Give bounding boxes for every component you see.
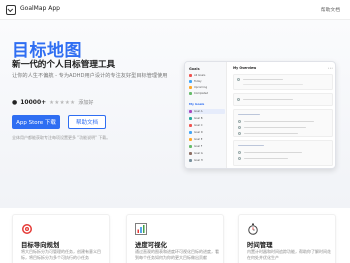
checkbox-icon (238, 151, 241, 154)
mockup-card (233, 140, 333, 166)
checkbox-icon (238, 132, 241, 135)
logo-icon[interactable] (6, 5, 16, 15)
mockup-sidebar-item: Upcoming (189, 86, 207, 89)
more-icon: ••• (327, 66, 333, 70)
hero-note: 全体用户都能获取专注每项设置更多 "功能说明" 下载。 (12, 135, 111, 140)
apple-icon: ● (12, 99, 18, 106)
mockup-goal-item: Goal G (189, 152, 203, 155)
feature-description: 内置计时器和时间追踪功能，帮助你了解时间花在何处并优化生产 (247, 249, 331, 260)
mockup-sidebar-title: Goals (189, 67, 200, 71)
target-icon (22, 224, 32, 234)
feature-description: 通过直观的图表和进度环可视化目标的进度，看到每个任务如何为你的更大目标做出贡献 (135, 249, 219, 260)
text-line (243, 79, 283, 81)
text-line (243, 99, 293, 101)
rating-label: 添加好 (78, 100, 94, 106)
text-line (238, 145, 264, 147)
feature-description: 将大目标拆分为可管理的任务，创建有意义目标，将目标拆分为多个可执行的小任务 (21, 249, 101, 260)
app-store-download-button[interactable]: App Store 下载 (12, 115, 60, 129)
mockup-sidebar-item: Completed (189, 92, 208, 95)
feature-title: 目标导向规划 (21, 241, 60, 249)
mockup-header: My Overview (233, 66, 257, 70)
checkbox-icon (238, 120, 241, 123)
mockup-sidebar-item: All Goals (189, 74, 205, 77)
rating-count: 10000+ (20, 99, 47, 106)
text-line (238, 114, 260, 116)
text-line (244, 152, 302, 154)
feature-card-progress: 进度可视化 通过直观的图表和进度环可视化目标的进度，看到每个任务如何为你的更大目… (126, 214, 224, 263)
text-line (243, 84, 303, 86)
feature-card-goal-planning: 目标导向规划 将大目标拆分为可管理的任务，创建有意义目标，将目标拆分为多个可执行… (12, 214, 110, 263)
help-docs-button[interactable]: 帮助文档 (68, 115, 106, 129)
feature-title: 进度可视化 (135, 241, 167, 249)
mockup-goal-item: Goal H (189, 159, 203, 162)
hero-description: 让你的人生不偏航 - 专为ADHD用户设计的专注友好型目标管理使用 (12, 73, 168, 79)
brand-name[interactable]: GoalMap App (20, 5, 60, 12)
mockup-section-label: My Goals (189, 102, 205, 106)
text-line (244, 133, 298, 135)
mockup-goal-item: Goal A (189, 110, 203, 113)
rating-row: ● 10000+ ★★★★★ 添加好 (12, 99, 93, 106)
text-line (244, 127, 306, 129)
star-rating: ★★★★★ (49, 99, 76, 106)
features-section: 目标导向规划 将大目标拆分为可管理的任务，创建有意义目标，将目标拆分为多个可执行… (0, 208, 350, 263)
mockup-card (233, 93, 333, 106)
mockup-sidebar: Goals All Goals Today Upcoming Completed… (185, 62, 227, 168)
mockup-goal-item: Goal E (189, 138, 202, 141)
text-line (244, 121, 314, 123)
mockup-goal-item: Goal B (189, 117, 203, 120)
mockup-card (233, 74, 333, 90)
mockup-goal-item: Goal C (189, 124, 203, 127)
checkbox-icon (238, 126, 241, 129)
mockup-card (233, 109, 333, 137)
checkbox-icon (237, 78, 240, 81)
text-line (244, 158, 288, 160)
feature-title: 时间管理 (247, 241, 273, 249)
mockup-main: My Overview ••• (230, 62, 335, 168)
top-nav: GoalMap App 帮助文档 (0, 0, 350, 20)
app-screenshot-mockup: Goals All Goals Today Upcoming Completed… (184, 61, 336, 169)
chart-icon (135, 223, 147, 235)
hero-subtitle: 新一代的个人目标管理工具 (12, 60, 116, 70)
checkbox-icon (237, 98, 240, 101)
mockup-goal-item: Goal D (189, 131, 203, 134)
checkbox-icon (238, 157, 241, 160)
stopwatch-icon (248, 223, 258, 235)
mockup-sidebar-item: Today (189, 80, 202, 83)
feature-card-time-management: 时间管理 内置计时器和时间追踪功能，帮助你了解时间花在何处并优化生产 (238, 214, 336, 263)
mockup-goal-item: Goal F (189, 145, 202, 148)
help-link[interactable]: 帮助文档 (321, 6, 340, 13)
